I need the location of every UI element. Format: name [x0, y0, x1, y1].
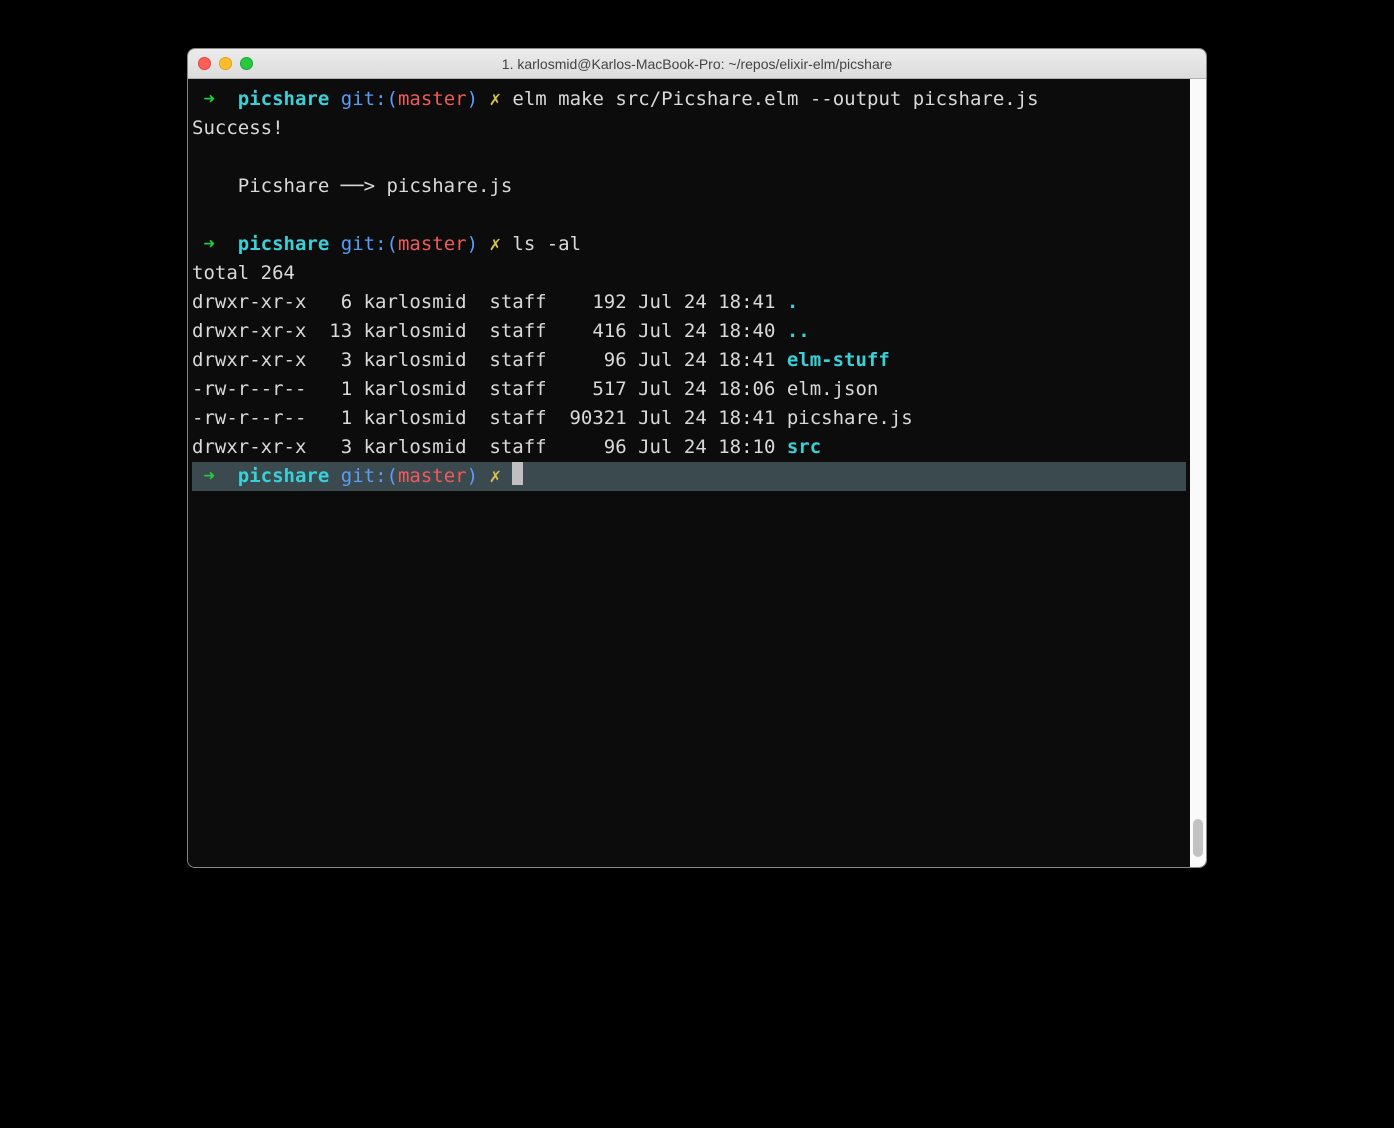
zoom-icon[interactable] — [240, 57, 253, 70]
prompt-cwd: picshare — [238, 233, 330, 255]
ls-total: total 264 — [192, 262, 295, 284]
prompt-dirty-icon: ✗ — [490, 465, 501, 487]
prompt-line-active: ➜ picshare git:(master) ✗ — [192, 462, 1186, 491]
prompt-arrow-icon: ➜ — [203, 233, 214, 255]
cursor — [512, 462, 523, 485]
prompt-branch: master — [398, 88, 467, 110]
terminal-window: 1. karlosmid@Karlos-MacBook-Pro: ~/repos… — [187, 48, 1207, 868]
scrollbar-thumb[interactable] — [1193, 819, 1203, 857]
prompt-cwd: picshare — [238, 465, 330, 487]
traffic-lights — [198, 57, 253, 70]
prompt-git-close: ) — [467, 88, 478, 110]
prompt-dirty-icon: ✗ — [490, 88, 501, 110]
prompt-arrow-icon: ➜ — [203, 465, 214, 487]
prompt-git-close: ) — [467, 465, 478, 487]
prompt-git-label: git:( — [341, 233, 398, 255]
prompt-line: ➜ picshare git:(master) ✗ ls -al — [192, 233, 581, 255]
prompt-git-label: git:( — [341, 88, 398, 110]
terminal-body[interactable]: ➜ picshare git:(master) ✗ elm make src/P… — [188, 79, 1190, 867]
prompt-git-close: ) — [467, 233, 478, 255]
prompt-git-label: git:( — [341, 465, 398, 487]
titlebar[interactable]: 1. karlosmid@Karlos-MacBook-Pro: ~/repos… — [188, 49, 1206, 79]
command-2: ls -al — [512, 233, 581, 255]
prompt-arrow-icon: ➜ — [203, 88, 214, 110]
output-compile-map: Picshare ──> picshare.js — [192, 175, 512, 197]
prompt-branch: master — [398, 233, 467, 255]
terminal-body-wrapper: ➜ picshare git:(master) ✗ elm make src/P… — [188, 79, 1206, 867]
ls-listing: drwxr-xr-x 6 karlosmid staff 192 Jul 24 … — [192, 291, 913, 458]
prompt-dirty-icon: ✗ — [490, 233, 501, 255]
output-success: Success! — [192, 117, 284, 139]
scrollbar[interactable] — [1190, 79, 1206, 867]
window-title: 1. karlosmid@Karlos-MacBook-Pro: ~/repos… — [188, 56, 1206, 72]
command-1: elm make src/Picshare.elm --output picsh… — [512, 88, 1038, 110]
minimize-icon[interactable] — [219, 57, 232, 70]
prompt-line: ➜ picshare git:(master) ✗ elm make src/P… — [192, 88, 1039, 110]
prompt-branch: master — [398, 465, 467, 487]
close-icon[interactable] — [198, 57, 211, 70]
prompt-cwd: picshare — [238, 88, 330, 110]
